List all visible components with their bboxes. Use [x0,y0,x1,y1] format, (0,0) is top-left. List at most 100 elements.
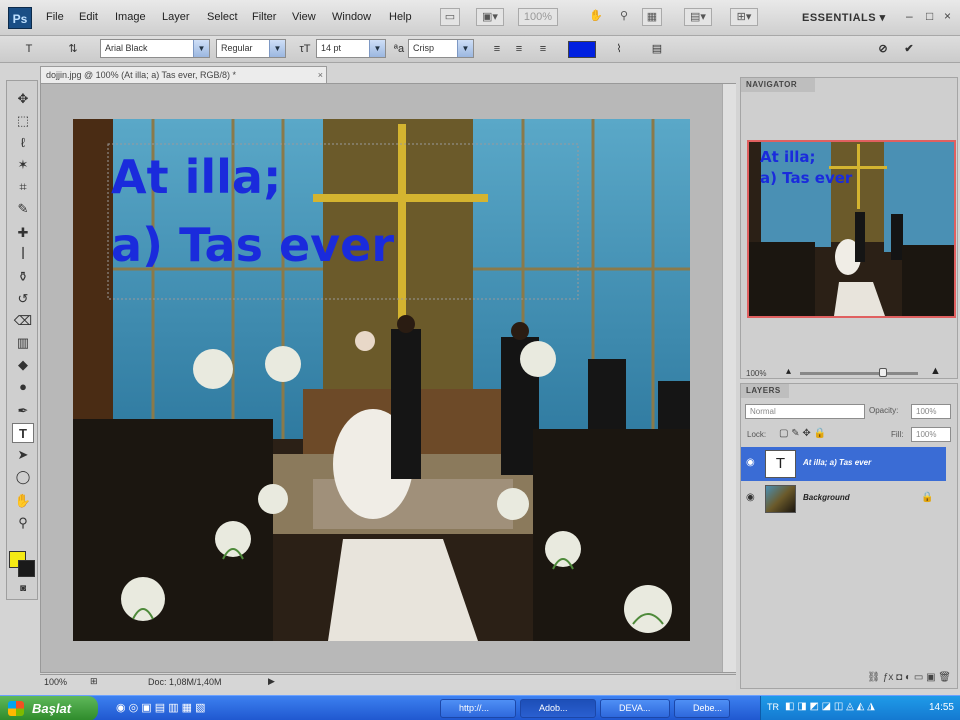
extras-icon[interactable]: ⊞▾ [730,8,758,26]
document-tab[interactable]: dojjin.jpg @ 100% (At illa; a) Tas ever,… [40,66,327,83]
font-style-select[interactable]: Regular ▼ [216,39,286,58]
trash-icon[interactable]: 🗑 [938,672,951,683]
zoom-level-select[interactable]: 100% [518,8,558,26]
eye-icon[interactable]: ◉ [746,457,755,468]
crop-tool-icon[interactable]: ⌗ [12,177,34,197]
healing-tool-icon[interactable]: ✚ [12,223,34,243]
navigator-thumbnail[interactable]: At illa; a) Tas ever [747,140,956,318]
eye-icon[interactable]: ◉ [746,492,755,503]
fx-icon[interactable]: ƒx [883,672,894,683]
screen-mode-icon[interactable]: ▣▾ [476,8,504,26]
grid-icon[interactable]: ▦ [642,8,662,26]
menu-layer[interactable]: Layer [162,11,190,23]
eraser-tool-icon[interactable]: ⌫ [12,311,34,331]
blur-tool-icon[interactable]: ◆ [12,355,34,375]
navigator-zoom[interactable]: 100% [746,369,766,378]
layer-row-text[interactable]: ◉ T At illa; a) Tas ever [741,447,946,481]
status-info-icon[interactable]: ⊞ [90,676,98,687]
pen-tool-icon[interactable]: ✒ [12,401,34,421]
menu-window[interactable]: Window [332,11,371,23]
zoom-tool-icon[interactable]: ⚲ [12,513,34,533]
bridge-icon[interactable]: ▭ [440,8,460,26]
brush-tool-icon[interactable]: ꟾ [12,245,34,265]
layer-name[interactable]: Background [803,493,850,502]
task-photoshop[interactable]: Adob... [520,699,596,718]
tray-icons[interactable]: ◧ ◨ ◩ ◪ ◫ ◬ ◭ ◮ [785,701,875,712]
language-indicator[interactable]: TR [767,702,779,712]
layer-row-background[interactable]: ◉ Background 🔒 [741,482,946,516]
path-select-tool-icon[interactable]: ➤ [12,445,34,465]
shape-tool-icon[interactable]: ◯ [12,467,34,487]
arrange-icon[interactable]: ▤▾ [684,8,712,26]
opacity-label: Opacity: [869,406,899,415]
marquee-tool-icon[interactable]: ⬚ [12,111,34,131]
close-icon[interactable]: × [318,67,323,83]
menu-filter[interactable]: Filter [252,11,276,23]
antialias-select[interactable]: Crisp ▼ [408,39,474,58]
task-app[interactable]: Debe... [674,699,730,718]
warp-text-icon[interactable]: ⌇ [610,41,628,57]
mask-icon[interactable]: ◘ [896,672,902,683]
align-right-icon[interactable]: ≡ [534,41,552,57]
magic-wand-tool-icon[interactable]: ✶ [12,155,34,175]
navigator-tab[interactable]: NAVIGATOR [741,78,815,92]
task-folder[interactable]: DEVA... [600,699,670,718]
new-layer-icon[interactable]: ▣ [926,672,935,683]
status-zoom[interactable]: 100% [44,677,67,687]
type-tool-icon[interactable]: T [20,41,38,57]
commit-icon[interactable]: ✔ [900,41,918,57]
start-button[interactable]: Başlat [0,696,98,720]
opacity-input[interactable]: 100% [911,404,951,419]
lock-icons[interactable]: ▢ ✎ ✥ 🔒 [779,428,826,439]
workspace-switcher[interactable]: ESSENTIALS ▾ [802,11,886,24]
dodge-tool-icon[interactable]: ● [12,377,34,397]
type-tool-icon[interactable]: T [12,423,34,443]
menu-view[interactable]: View [292,11,316,23]
vertical-scrollbar[interactable] [722,84,736,672]
cancel-icon[interactable]: ⊘ [874,41,892,57]
stamp-tool-icon[interactable]: ⚱ [12,267,34,287]
adjustment-icon[interactable]: ◐ [905,672,911,683]
navigator-zoom-slider[interactable] [800,372,918,375]
close-button[interactable]: × [944,9,951,23]
clock: 14:55 [928,702,954,713]
zoom-in-icon[interactable]: ▲ [930,365,941,377]
quick-mask-icon[interactable]: ◙ [12,579,34,599]
hand-tool-icon[interactable]: ✋ [12,491,34,511]
canvas-text-layer[interactable]: At illa; a) Tas ever [111,143,394,279]
history-brush-tool-icon[interactable]: ↺ [12,289,34,309]
font-family-select[interactable]: Arial Black ▼ [100,39,210,58]
maximize-button[interactable]: □ [926,9,933,23]
character-panel-icon[interactable]: ▤ [648,41,666,57]
link-icon[interactable]: ⛓ [867,672,880,683]
menu-edit[interactable]: Edit [79,11,98,23]
quick-launch-icons[interactable]: ◉ ◎ ▣ ▤ ▥ ▦ ▧ [116,701,206,714]
background-color-swatch[interactable] [18,560,35,577]
zoom-out-icon[interactable]: ▴ [786,366,791,377]
fill-input[interactable]: 100% [911,427,951,442]
move-tool-icon[interactable]: ✥ [12,89,34,109]
task-browser[interactable]: http://... [440,699,516,718]
menu-file[interactable]: File [46,11,64,23]
folder-icon[interactable]: ▭ [914,672,923,683]
hand-icon[interactable]: ✋ [586,8,606,26]
text-color-swatch[interactable] [568,41,596,58]
gradient-tool-icon[interactable]: ▥ [12,333,34,353]
status-menu-arrow-icon[interactable]: ▶ [268,676,275,687]
layer-name[interactable]: At illa; a) Tas ever [803,458,871,467]
menu-image[interactable]: Image [115,11,146,23]
menu-select[interactable]: Select [207,11,238,23]
navigator-zoom-slider-knob[interactable] [879,368,887,377]
zoom-icon[interactable]: ⚲ [614,8,634,26]
minimize-button[interactable]: – [906,9,913,23]
align-center-icon[interactable]: ≡ [510,41,528,57]
align-left-icon[interactable]: ≡ [488,41,506,57]
layers-tab[interactable]: LAYERS [741,384,789,398]
menu-help[interactable]: Help [389,11,412,23]
font-size-select[interactable]: 14 pt ▼ [316,39,386,58]
image-canvas[interactable]: At illa; a) Tas ever [73,119,690,641]
blend-mode-select[interactable]: Normal [745,404,865,419]
eyedropper-tool-icon[interactable]: ✎ [12,199,34,219]
lasso-tool-icon[interactable]: ℓ [12,133,34,153]
orientation-icon[interactable]: ⇅ [64,41,82,57]
